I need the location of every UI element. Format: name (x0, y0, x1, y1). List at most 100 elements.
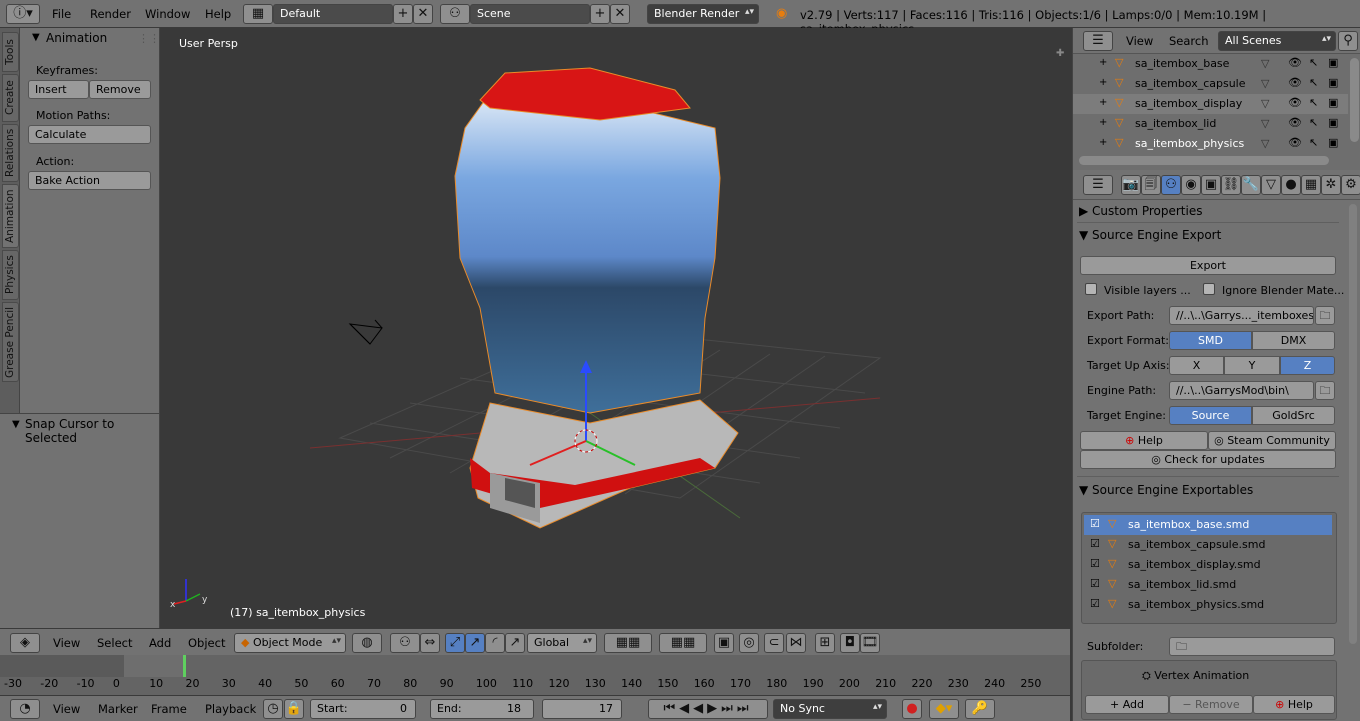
menu-file[interactable]: File (52, 7, 71, 21)
axis-z-button[interactable]: Z (1280, 356, 1335, 375)
outliner-row[interactable]: + ▽ sa_itembox_physics ▽ 👁 ↖ ▣ (1073, 134, 1348, 154)
vp-menu-view[interactable]: View (53, 636, 80, 650)
add-scene-icon[interactable]: + (590, 4, 610, 24)
data-tab-icon[interactable]: ▽ (1261, 175, 1281, 195)
expand-icon[interactable]: + (1099, 117, 1107, 128)
record-icon[interactable]: ● (902, 699, 922, 719)
exportable-row[interactable]: ☑ ▽ sa_itembox_physics.smd (1084, 595, 1332, 615)
select-cursor-icon[interactable]: ↖ (1309, 56, 1318, 69)
lock-frame-icon[interactable]: 🔒 (284, 699, 304, 719)
render-layers-tab-icon[interactable]: 🗐 (1141, 175, 1161, 195)
remove-keyframe-button[interactable]: Remove (89, 80, 151, 99)
engine-source-button[interactable]: Source (1169, 406, 1252, 425)
steam-community-button[interactable]: ◎ Steam Community (1208, 431, 1336, 450)
remove-scene-icon[interactable]: ✕ (610, 4, 630, 24)
visible-layers-checkbox[interactable] (1085, 283, 1097, 295)
editor-type-cube-icon[interactable]: ◈ (10, 633, 40, 653)
vp-menu-add[interactable]: Add (149, 636, 171, 650)
custom-properties-header[interactable]: ▶ Custom Properties (1079, 204, 1202, 218)
engine-path-folder-icon[interactable]: 🗀 (1315, 381, 1335, 400)
outliner-row[interactable]: + ▽ sa_itembox_capsule ▽ 👁 ↖ ▣ (1073, 74, 1348, 94)
render-camera-icon[interactable]: ▣ (1328, 116, 1338, 129)
object-tab-icon[interactable]: ▣ (1201, 175, 1221, 195)
subfolder-field[interactable]: 🗀 (1169, 637, 1335, 656)
axis-y-button[interactable]: Y (1224, 356, 1280, 375)
rotate-manipulator-icon[interactable]: ↗ (465, 633, 485, 653)
export-checkbox[interactable]: ☑ (1090, 537, 1100, 550)
tl-menu-playback[interactable]: Playback (205, 702, 256, 716)
remove-layout-icon[interactable]: ✕ (413, 4, 433, 24)
texture-tab-icon[interactable]: ▦ (1301, 175, 1321, 195)
format-smd-button[interactable]: SMD (1169, 331, 1252, 350)
manipulator-toggle-icon[interactable]: ⇔ (420, 633, 440, 653)
select-cursor-icon[interactable]: ↖ (1309, 136, 1318, 149)
scale-manipulator-icon[interactable]: ↗ (505, 633, 525, 653)
outliner-hscrollbar[interactable] (1079, 156, 1329, 165)
operator-collapse-icon[interactable]: ▼ (12, 419, 20, 430)
render-still-icon[interactable]: ◘ (840, 633, 860, 653)
render-engine-dropdown[interactable]: Blender Render ▴▾ (647, 4, 759, 24)
export-checkbox[interactable]: ☑ (1090, 597, 1100, 610)
outliner-item-label[interactable]: sa_itembox_display (1135, 97, 1242, 110)
proportional-edit-icon[interactable]: ◎ (739, 633, 759, 653)
menu-render[interactable]: Render (90, 7, 131, 21)
shading-icon[interactable]: ◍ (352, 633, 382, 653)
vertex-anim-help-button[interactable]: ⊕ Help (1253, 695, 1335, 714)
outliner-row[interactable]: + ▽ sa_itembox_lid ▽ 👁 ↖ ▣ (1073, 114, 1348, 134)
outliner-menu-search[interactable]: Search (1169, 34, 1209, 48)
outliner-scrollbar[interactable] (1350, 58, 1359, 142)
drag-handle-icon[interactable]: ⋮⋮ (138, 32, 160, 45)
pivot-icon[interactable]: ⚇ (390, 633, 420, 653)
outliner-item-label[interactable]: sa_itembox_capsule (1135, 77, 1246, 90)
outliner-item-label[interactable]: sa_itembox_base (1135, 57, 1229, 70)
engine-path-field[interactable]: //..\..\GarrysMod\bin\ (1169, 381, 1314, 400)
outliner-item-label[interactable]: sa_itembox_lid (1135, 117, 1216, 130)
expand-icon[interactable]: + (1099, 97, 1107, 108)
particles-tab-icon[interactable]: ✲ (1321, 175, 1341, 195)
material-tab-icon[interactable]: ● (1281, 175, 1301, 195)
exportable-row[interactable]: ☑ ▽ sa_itembox_lid.smd (1084, 575, 1332, 595)
render-camera-icon[interactable]: ▣ (1328, 76, 1338, 89)
viewport-canvas[interactable] (160, 28, 1070, 628)
outliner-editor-icon[interactable]: ☰ (1083, 31, 1113, 51)
current-frame-field[interactable]: 17 (542, 699, 622, 719)
export-button[interactable]: Export (1080, 256, 1336, 275)
keying-set-icon[interactable]: 🔑 (965, 699, 995, 719)
menu-window[interactable]: Window (145, 7, 190, 21)
select-cursor-icon[interactable]: ↖ (1309, 76, 1318, 89)
format-dmx-button[interactable]: DMX (1252, 331, 1335, 350)
world-tab-icon[interactable]: ◉ (1181, 175, 1201, 195)
visibility-eye-icon[interactable]: 👁 (1288, 136, 1302, 149)
visibility-eye-icon[interactable]: 👁 (1288, 116, 1302, 129)
tab-physics[interactable]: Physics (2, 250, 19, 300)
tab-grease-pencil[interactable]: Grease Pencil (2, 302, 19, 382)
tl-menu-view[interactable]: View (53, 702, 80, 716)
select-cursor-icon[interactable]: ↖ (1309, 116, 1318, 129)
physics-tab-icon[interactable]: ⚙ (1341, 175, 1360, 195)
tab-create[interactable]: Create (2, 74, 19, 122)
lock-layers-icon[interactable]: ▣ (714, 633, 734, 653)
properties-editor-icon[interactable]: ☰ (1083, 175, 1113, 195)
rotate-arc-icon[interactable]: ◜ (485, 633, 505, 653)
render-camera-icon[interactable]: ▣ (1328, 96, 1338, 109)
scene-field[interactable]: Scene (470, 4, 590, 24)
tl-menu-marker[interactable]: Marker (98, 702, 138, 716)
start-frame-field[interactable]: Start: 0 (310, 699, 416, 719)
exportables-header[interactable]: ▼ Source Engine Exportables (1079, 483, 1253, 497)
orientation-dropdown[interactable]: Global ▴▾ (527, 633, 597, 653)
vp-menu-object[interactable]: Object (188, 636, 225, 650)
visibility-eye-icon[interactable]: 👁 (1288, 76, 1302, 89)
tab-relations[interactable]: Relations (2, 124, 19, 182)
translate-manipulator-icon[interactable]: ⤢ (445, 633, 465, 653)
layers-group-2[interactable]: ▦▦ (659, 633, 707, 653)
info-editor-type-button[interactable]: ⓘ▾ (6, 4, 40, 24)
layout-field[interactable]: Default (273, 4, 393, 24)
constraints-tab-icon[interactable]: ⛓ (1221, 175, 1241, 195)
timeline-editor-icon[interactable]: ◔ (10, 699, 40, 719)
calculate-button[interactable]: Calculate (28, 125, 151, 144)
export-path-folder-icon[interactable]: 🗀 (1315, 306, 1335, 325)
panel-collapse-icon[interactable]: ▼ (32, 32, 40, 43)
help-button[interactable]: ⊕ Help (1080, 431, 1208, 450)
tab-animation[interactable]: Animation (2, 184, 19, 248)
outliner-search-icon[interactable]: ⚲ (1338, 31, 1358, 51)
